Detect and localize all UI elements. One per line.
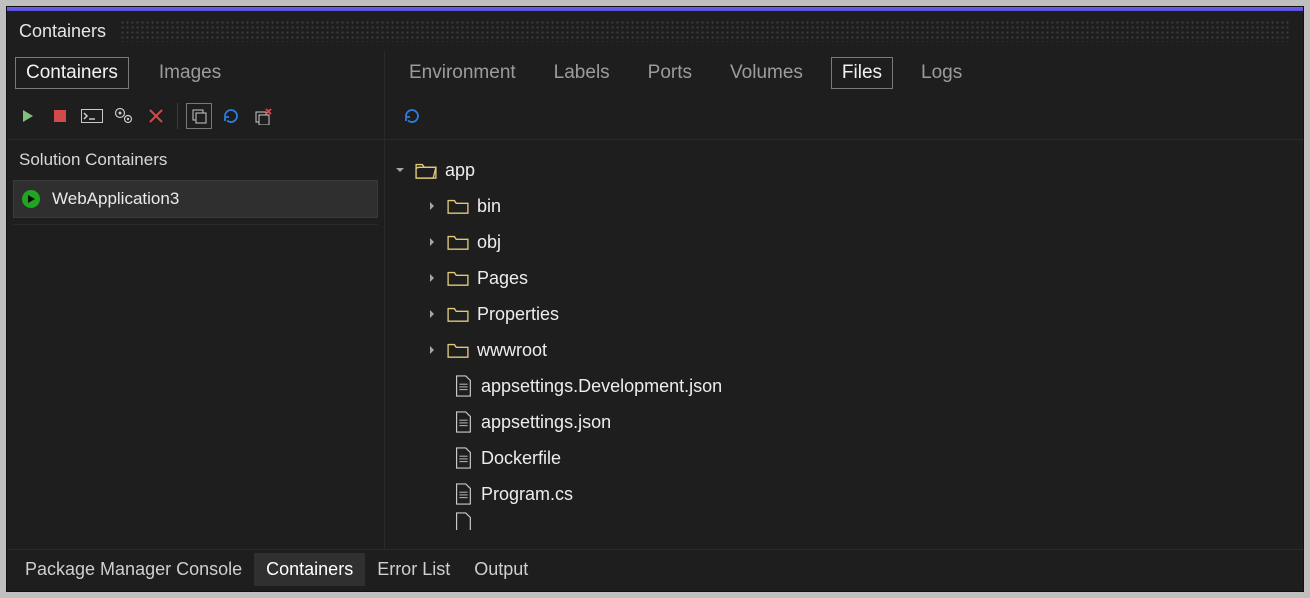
refresh-icon bbox=[222, 107, 240, 125]
file-icon bbox=[453, 512, 473, 530]
tree-file[interactable]: Dockerfile bbox=[393, 440, 1303, 476]
tree-folder[interactable]: Pages bbox=[393, 260, 1303, 296]
tree-file[interactable]: appsettings.Development.json bbox=[393, 368, 1303, 404]
remove-button[interactable] bbox=[143, 103, 169, 129]
close-icon bbox=[148, 108, 164, 124]
tree-label: appsettings.json bbox=[481, 412, 611, 433]
left-tabs: Containers Images bbox=[7, 51, 384, 99]
container-item[interactable]: WebApplication3 bbox=[13, 180, 378, 218]
tree-label: Dockerfile bbox=[481, 448, 561, 469]
expander-closed-icon[interactable] bbox=[425, 345, 439, 355]
tab-logs[interactable]: Logs bbox=[911, 58, 972, 88]
file-icon bbox=[453, 483, 473, 505]
tab-containers[interactable]: Containers bbox=[15, 57, 129, 89]
tree-label: app bbox=[445, 160, 475, 181]
containers-panel: Containers Containers Images bbox=[6, 6, 1304, 592]
start-button[interactable] bbox=[15, 103, 41, 129]
tab-output[interactable]: Output bbox=[462, 553, 540, 586]
expander-closed-icon[interactable] bbox=[425, 309, 439, 319]
refresh-icon bbox=[403, 107, 421, 125]
left-toolbar bbox=[7, 99, 384, 140]
tree-folder[interactable]: obj bbox=[393, 224, 1303, 260]
tree-file-partial[interactable] bbox=[393, 512, 1303, 530]
bottom-tabs: Package Manager Console Containers Error… bbox=[7, 549, 1303, 589]
folder-icon bbox=[447, 233, 469, 251]
right-tabs: Environment Labels Ports Volumes Files L… bbox=[385, 51, 1303, 99]
tree-label: obj bbox=[477, 232, 501, 253]
tree-folder[interactable]: bin bbox=[393, 188, 1303, 224]
folder-icon bbox=[447, 341, 469, 359]
refresh-files-button[interactable] bbox=[399, 103, 425, 129]
play-icon bbox=[20, 108, 36, 124]
section-label: Solution Containers bbox=[7, 140, 384, 180]
tab-bottom-containers[interactable]: Containers bbox=[254, 553, 365, 586]
expander-closed-icon[interactable] bbox=[425, 201, 439, 211]
tree-label: appsettings.Development.json bbox=[481, 376, 722, 397]
folder-open-icon bbox=[415, 161, 437, 179]
tab-images[interactable]: Images bbox=[149, 58, 231, 88]
container-list: WebApplication3 bbox=[7, 180, 384, 225]
expander-closed-icon[interactable] bbox=[425, 273, 439, 283]
tree-label: Pages bbox=[477, 268, 528, 289]
settings-button[interactable] bbox=[111, 103, 137, 129]
folder-icon bbox=[447, 197, 469, 215]
running-status-icon bbox=[22, 190, 40, 208]
tree-file[interactable]: Program.cs bbox=[393, 476, 1303, 512]
tree-file[interactable]: appsettings.json bbox=[393, 404, 1303, 440]
expander-open-icon[interactable] bbox=[393, 165, 407, 175]
file-icon bbox=[453, 447, 473, 469]
tab-volumes[interactable]: Volumes bbox=[720, 58, 813, 88]
tab-labels[interactable]: Labels bbox=[544, 58, 620, 88]
tab-environment[interactable]: Environment bbox=[399, 58, 526, 88]
terminal-icon bbox=[81, 109, 103, 123]
prune-button[interactable] bbox=[250, 103, 276, 129]
panel-title: Containers bbox=[19, 21, 106, 42]
prune-icon bbox=[253, 107, 273, 125]
gears-icon bbox=[114, 107, 134, 125]
list-separator bbox=[13, 224, 378, 225]
tree-label: bin bbox=[477, 196, 501, 217]
grip-dots[interactable] bbox=[120, 20, 1291, 42]
file-icon bbox=[453, 411, 473, 433]
tree-label: wwwroot bbox=[477, 340, 547, 361]
tab-ports[interactable]: Ports bbox=[638, 58, 702, 88]
right-toolbar bbox=[385, 99, 1303, 140]
stack-icon bbox=[190, 107, 208, 125]
stop-icon bbox=[53, 109, 67, 123]
tree-folder[interactable]: Properties bbox=[393, 296, 1303, 332]
expander-closed-icon[interactable] bbox=[425, 237, 439, 247]
tree-label: Properties bbox=[477, 304, 559, 325]
show-all-button[interactable] bbox=[186, 103, 212, 129]
folder-icon bbox=[447, 305, 469, 323]
terminal-button[interactable] bbox=[79, 103, 105, 129]
refresh-button[interactable] bbox=[218, 103, 244, 129]
tree-folder-root[interactable]: app bbox=[393, 152, 1303, 188]
panel-titlebar[interactable]: Containers bbox=[7, 11, 1303, 51]
tab-errorlist[interactable]: Error List bbox=[365, 553, 462, 586]
file-tree[interactable]: app bin obj Pages bbox=[385, 140, 1303, 549]
file-icon bbox=[453, 375, 473, 397]
folder-icon bbox=[447, 269, 469, 287]
tab-files[interactable]: Files bbox=[831, 57, 893, 89]
toolbar-separator bbox=[177, 103, 178, 129]
stop-button[interactable] bbox=[47, 103, 73, 129]
tree-label: Program.cs bbox=[481, 484, 573, 505]
tree-folder[interactable]: wwwroot bbox=[393, 332, 1303, 368]
right-pane: Environment Labels Ports Volumes Files L… bbox=[385, 51, 1303, 549]
panel-body: Containers Images bbox=[7, 51, 1303, 549]
left-pane: Containers Images bbox=[7, 51, 385, 549]
tab-pmc[interactable]: Package Manager Console bbox=[13, 553, 254, 586]
container-name: WebApplication3 bbox=[52, 189, 179, 209]
